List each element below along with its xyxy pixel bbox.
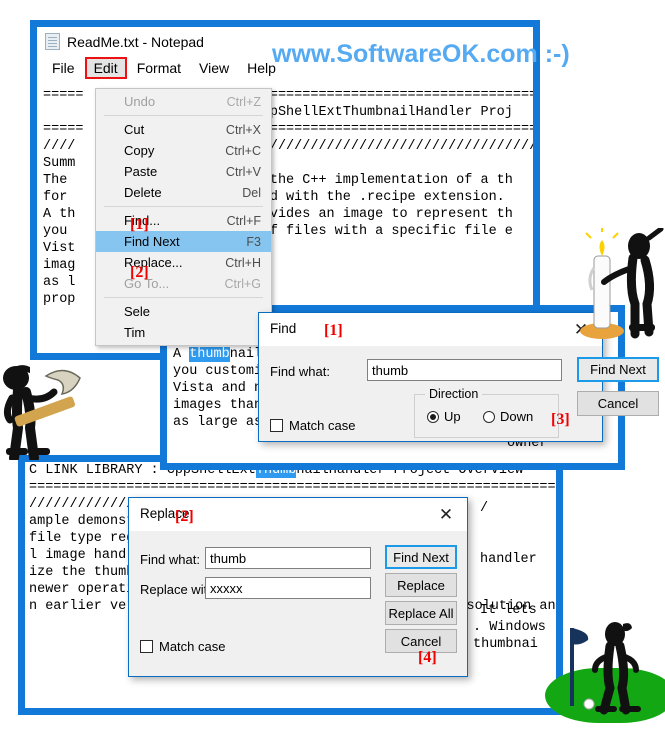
menu-item-label: Tim bbox=[124, 325, 146, 340]
menu-item-undo[interactable]: Undo Ctrl+Z bbox=[96, 91, 271, 112]
stick-figure-candle-decoration bbox=[580, 228, 664, 339]
callout-2-menu: [2] bbox=[130, 264, 149, 281]
match-case-checkbox[interactable]: Match case bbox=[140, 639, 225, 654]
menu-item-label: Undo bbox=[124, 94, 156, 109]
replace-with-input[interactable]: xxxxx bbox=[205, 577, 371, 599]
text-fragment: It lets bbox=[480, 603, 537, 618]
checkbox-box bbox=[140, 640, 153, 653]
match-case-label: Match case bbox=[159, 639, 226, 654]
callout-4-replace: [4] bbox=[418, 649, 437, 666]
menu-item-replace[interactable]: Replace... Ctrl+H bbox=[96, 252, 271, 273]
radio-up-dot bbox=[427, 410, 439, 423]
find-what-label: Find what: bbox=[140, 552, 200, 567]
find-what-input[interactable]: thumb bbox=[205, 547, 371, 569]
find-what-input[interactable]: thumb bbox=[367, 359, 562, 381]
menu-view[interactable]: View bbox=[191, 58, 237, 78]
menu-item-copy[interactable]: Copy Ctrl+C bbox=[96, 140, 271, 161]
callout-1-find: [1] bbox=[324, 322, 343, 339]
find-dialog-title-bar[interactable]: Find ✕ bbox=[259, 313, 602, 346]
match-case-checkbox[interactable]: Match case bbox=[270, 418, 355, 433]
checkbox-box bbox=[270, 419, 283, 432]
menu-separator bbox=[104, 206, 263, 207]
menu-item-accelerator: Ctrl+V bbox=[225, 164, 261, 179]
menu-bar[interactable]: File Edit Format View Help bbox=[44, 57, 284, 79]
callout-3-find: [3] bbox=[551, 411, 570, 428]
menu-item-accelerator: Ctrl+H bbox=[225, 255, 261, 270]
menu-item-go-to[interactable]: Go To... Ctrl+G bbox=[96, 273, 271, 294]
stick-figure-hammer-decoration bbox=[3, 365, 81, 460]
menu-item-find[interactable]: Find... Ctrl+F bbox=[96, 210, 271, 231]
menu-edit[interactable]: Edit bbox=[84, 57, 127, 79]
replace-dialog-body: Find what: thumb Replace with: xxxxx Fin… bbox=[129, 531, 467, 678]
radio-down[interactable]: Down bbox=[483, 409, 533, 424]
find-next-button[interactable]: Find Next bbox=[385, 545, 457, 569]
callout-2-replace: [2] bbox=[175, 508, 194, 525]
text-fragment: / bbox=[480, 501, 489, 516]
notepad-icon bbox=[45, 33, 60, 50]
menu-item-delete[interactable]: Delete Del bbox=[96, 182, 271, 203]
text-fragment: . Windows bbox=[473, 620, 546, 635]
window-title: ReadMe.txt - Notepad bbox=[67, 33, 204, 50]
menu-item-cut[interactable]: Cut Ctrl+X bbox=[96, 119, 271, 140]
stick-figure-golf-decoration bbox=[570, 622, 641, 715]
menu-separator bbox=[104, 297, 263, 298]
menu-item-time-date[interactable]: Tim bbox=[96, 322, 271, 343]
close-icon[interactable]: ✕ bbox=[425, 498, 467, 530]
menu-item-accelerator: Ctrl+F bbox=[226, 213, 261, 228]
menu-item-paste[interactable]: Paste Ctrl+V bbox=[96, 161, 271, 182]
find-what-label: Find what: bbox=[270, 364, 330, 379]
radio-down-label: Down bbox=[500, 409, 534, 424]
title-bar[interactable]: ReadMe.txt - Notepad bbox=[45, 33, 204, 50]
radio-down-dot bbox=[483, 410, 495, 423]
menu-item-label: Paste bbox=[124, 164, 158, 179]
menu-item-label: Cut bbox=[124, 122, 145, 137]
edit-dropdown-menu[interactable]: Undo Ctrl+Z Cut Ctrl+X Copy Ctrl+C Paste… bbox=[95, 88, 272, 346]
text-fragment: handler bbox=[480, 552, 537, 567]
search-highlight: thumb bbox=[189, 347, 230, 362]
menu-item-accelerator: Ctrl+G bbox=[224, 276, 261, 291]
direction-legend: Direction bbox=[425, 387, 483, 401]
direction-group: Direction Up Down bbox=[414, 387, 559, 438]
menu-item-accelerator: Ctrl+C bbox=[225, 143, 261, 158]
menu-item-accelerator: Del bbox=[242, 185, 261, 200]
menu-item-select-all[interactable]: Sele bbox=[96, 301, 271, 322]
menu-file[interactable]: File bbox=[44, 58, 83, 78]
menu-separator bbox=[104, 115, 263, 116]
find-next-button[interactable]: Find Next bbox=[577, 357, 659, 382]
radio-up[interactable]: Up bbox=[427, 409, 461, 424]
menu-item-label: Sele bbox=[124, 304, 151, 319]
menu-item-label: Delete bbox=[124, 185, 162, 200]
find-dialog-title: Find bbox=[270, 321, 297, 336]
cancel-button[interactable]: Cancel bbox=[577, 391, 659, 416]
text-fragment: thumbnai bbox=[473, 637, 538, 652]
menu-item-accelerator: Ctrl+Z bbox=[226, 94, 261, 109]
callout-1-menu: [1] bbox=[130, 216, 149, 233]
menu-item-accelerator: Ctrl+X bbox=[225, 122, 261, 137]
watermark-top: www.SoftwareOK.com :-) bbox=[272, 40, 570, 68]
replace-all-button[interactable]: Replace All bbox=[385, 601, 457, 625]
replace-button[interactable]: Replace bbox=[385, 573, 457, 597]
menu-item-accelerator: F3 bbox=[246, 234, 261, 249]
menu-item-label: Find Next bbox=[124, 234, 180, 249]
radio-up-label: Up bbox=[444, 409, 461, 424]
text-line: ========================================… bbox=[29, 480, 556, 495]
menu-format[interactable]: Format bbox=[129, 58, 189, 78]
menu-item-label: Copy bbox=[124, 143, 155, 158]
match-case-label: Match case bbox=[289, 418, 356, 433]
menu-item-find-next[interactable]: Find Next F3 bbox=[96, 231, 271, 252]
